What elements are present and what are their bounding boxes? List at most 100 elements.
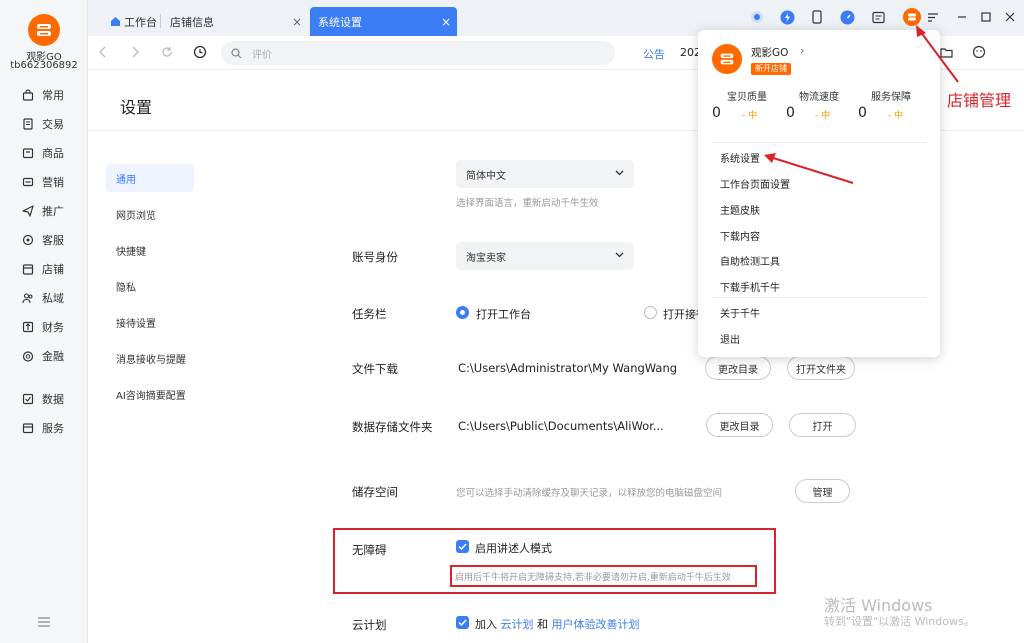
taskbar-radio-reception[interactable] [644, 306, 657, 319]
dropdown-item-self-check[interactable]: 自助检测工具 [720, 253, 780, 268]
language-select[interactable]: 简体中文 [456, 160, 634, 188]
minimize-icon[interactable] [954, 9, 970, 25]
bag-icon [22, 89, 34, 101]
sidebar-item-marketing[interactable]: 营销 [0, 171, 88, 193]
metric-value-service: 0 [858, 105, 867, 121]
dropdown-item-workbench-page-settings[interactable]: 工作台页面设置 [720, 176, 790, 191]
sidebar-item-label: 服务 [42, 422, 64, 435]
settings-menu-shortcuts[interactable]: 快捷键 [106, 236, 194, 264]
sidebar-item-private-domain[interactable]: 私域 [0, 287, 88, 309]
finance-icon [22, 321, 34, 333]
sidebar-item-trade[interactable]: 交易 [0, 113, 88, 135]
settings-menu-privacy[interactable]: 隐私 [106, 272, 194, 300]
megaphone-icon [22, 176, 34, 188]
hamburger-menu-icon[interactable] [38, 617, 50, 630]
metric-level-text: 中 [894, 111, 904, 121]
sidebar-item-label: 营销 [42, 176, 64, 189]
tab-label: 系统设置 [318, 15, 362, 29]
sidebar-item-common[interactable]: 常用 [0, 84, 88, 106]
doc-icon [22, 118, 34, 130]
history-icon[interactable] [193, 45, 207, 62]
storage-space-label: 储存空间 [352, 485, 398, 499]
taskbar-option-workbench: 打开工作台 [476, 308, 531, 321]
folder-icon[interactable] [940, 46, 953, 62]
sidebar-item-label: 商品 [42, 147, 64, 160]
dropdown-shop-logo-icon [712, 44, 742, 74]
storage-space-hint: 您可以选择手动清除缓存及聊天记录，以释放您的电脑磁盘空间 [456, 488, 723, 499]
dropdown-item-logout[interactable]: 退出 [720, 331, 740, 346]
settings-menu-web-browsing[interactable]: 网页浏览 [106, 200, 194, 228]
sidebar-item-banking[interactable]: 金融 [0, 345, 88, 367]
menu-icon[interactable] [925, 9, 941, 25]
home-icon [110, 16, 121, 27]
identity-select[interactable]: 淘宝卖家 [456, 242, 634, 270]
metric-level-text: 中 [821, 111, 831, 121]
storage-manage-button[interactable]: 管理 [795, 479, 850, 503]
tab-store-info[interactable]: 店铺信息 × [162, 7, 308, 36]
metric-value-logistics: 0 [786, 105, 795, 121]
maximize-icon[interactable] [978, 9, 994, 25]
sidebar-item-data[interactable]: 数据 [0, 388, 88, 410]
forward-icon[interactable] [130, 46, 140, 61]
storage-open-button[interactable]: 打开 [789, 413, 856, 437]
search-icon [231, 47, 242, 59]
smile-icon[interactable] [972, 45, 986, 62]
cloud-checkbox[interactable] [456, 616, 469, 629]
sidebar-item-goods[interactable]: 商品 [0, 142, 88, 164]
close-icon[interactable]: × [292, 15, 302, 29]
sidebar-item-label: 金融 [42, 350, 64, 363]
download-change-dir-button[interactable]: 更改目录 [705, 356, 771, 380]
accessibility-hint: 启用后千牛将开启无障碍支持,若非必要请勿开启,重新启动千牛后生效 [455, 573, 731, 583]
taskbar-option-reception: 打开接待 [663, 308, 698, 321]
chevron-down-icon [615, 168, 624, 179]
sidebar-item-promotion[interactable]: 推广 [0, 200, 88, 222]
metric-level-quality: - 中 [742, 108, 757, 121]
app-center-icon[interactable] [749, 9, 765, 25]
download-open-folder-button[interactable]: 打开文件夹 [787, 356, 855, 380]
taskbar-radio-workbench[interactable] [456, 306, 469, 319]
sidebar-item-service[interactable]: 服务 [0, 417, 88, 439]
dropdown-item-downloads[interactable]: 下载内容 [720, 228, 760, 243]
settings-menu-general[interactable]: 通用 [106, 164, 194, 192]
notes-icon[interactable] [870, 9, 886, 25]
dropdown-item-system-settings[interactable]: 系统设置 [720, 150, 760, 165]
sidebar-item-finance[interactable]: 财务 [0, 316, 88, 338]
lightning-icon[interactable] [779, 9, 795, 25]
sidebar-item-customer-service[interactable]: 客服 [0, 229, 88, 251]
dropdown-item-mobile-download[interactable]: 下载手机千牛 [720, 279, 780, 294]
phone-icon[interactable] [809, 9, 825, 25]
shop-logo-icon[interactable] [28, 14, 60, 46]
narrator-checkbox[interactable] [456, 540, 469, 553]
sidebar-item-store[interactable]: 店铺 [0, 258, 88, 280]
shop-avatar-icon[interactable] [903, 8, 921, 26]
settings-menu-notifications[interactable]: 消息接收与提醒 [106, 344, 194, 372]
windows-watermark-subtitle: 转到"设置"以激活 Windows。 [824, 615, 975, 628]
cloud-plan-link[interactable]: 云计划 [501, 618, 534, 631]
metric-dash: - [888, 111, 892, 121]
tab-system-settings[interactable]: 系统设置 × [310, 7, 457, 36]
settings-menu-reception[interactable]: 接待设置 [106, 308, 194, 336]
sidebar-item-label: 私域 [42, 292, 64, 305]
download-path: C:\Users\Administrator\My WangWang [458, 361, 678, 375]
back-icon[interactable] [98, 46, 108, 61]
storage-change-dir-button[interactable]: 更改目录 [706, 413, 773, 437]
left-sidebar: 观影GO tb662306892 常用 交易 商品 营销 推广 客服 店铺 私域… [0, 0, 88, 643]
dropdown-divider [712, 297, 926, 298]
ux-plan-link[interactable]: 用户体验改善计划 [552, 618, 640, 631]
close-window-icon[interactable] [1002, 9, 1018, 25]
tab-workbench[interactable]: 工作台 [102, 7, 158, 36]
dropdown-item-theme[interactable]: 主题皮肤 [720, 202, 760, 217]
refresh-icon[interactable] [161, 46, 173, 61]
close-icon[interactable]: × [441, 15, 451, 29]
identity-label: 账号身份 [352, 250, 398, 264]
dropdown-shop-name[interactable]: 观影GO [751, 45, 788, 60]
user-id: tb662306892 [10, 60, 78, 71]
notice-link[interactable]: 公告 [643, 46, 665, 62]
settings-menu-ai-summary[interactable]: AI咨询摘要配置 [106, 380, 194, 408]
chevron-right-icon[interactable]: › [800, 44, 804, 57]
service-icon [22, 422, 34, 434]
dropdown-item-about[interactable]: 关于千牛 [720, 305, 760, 320]
search-input[interactable]: 评价 [221, 41, 615, 65]
box-icon [22, 147, 34, 159]
speedometer-icon[interactable] [839, 9, 855, 25]
